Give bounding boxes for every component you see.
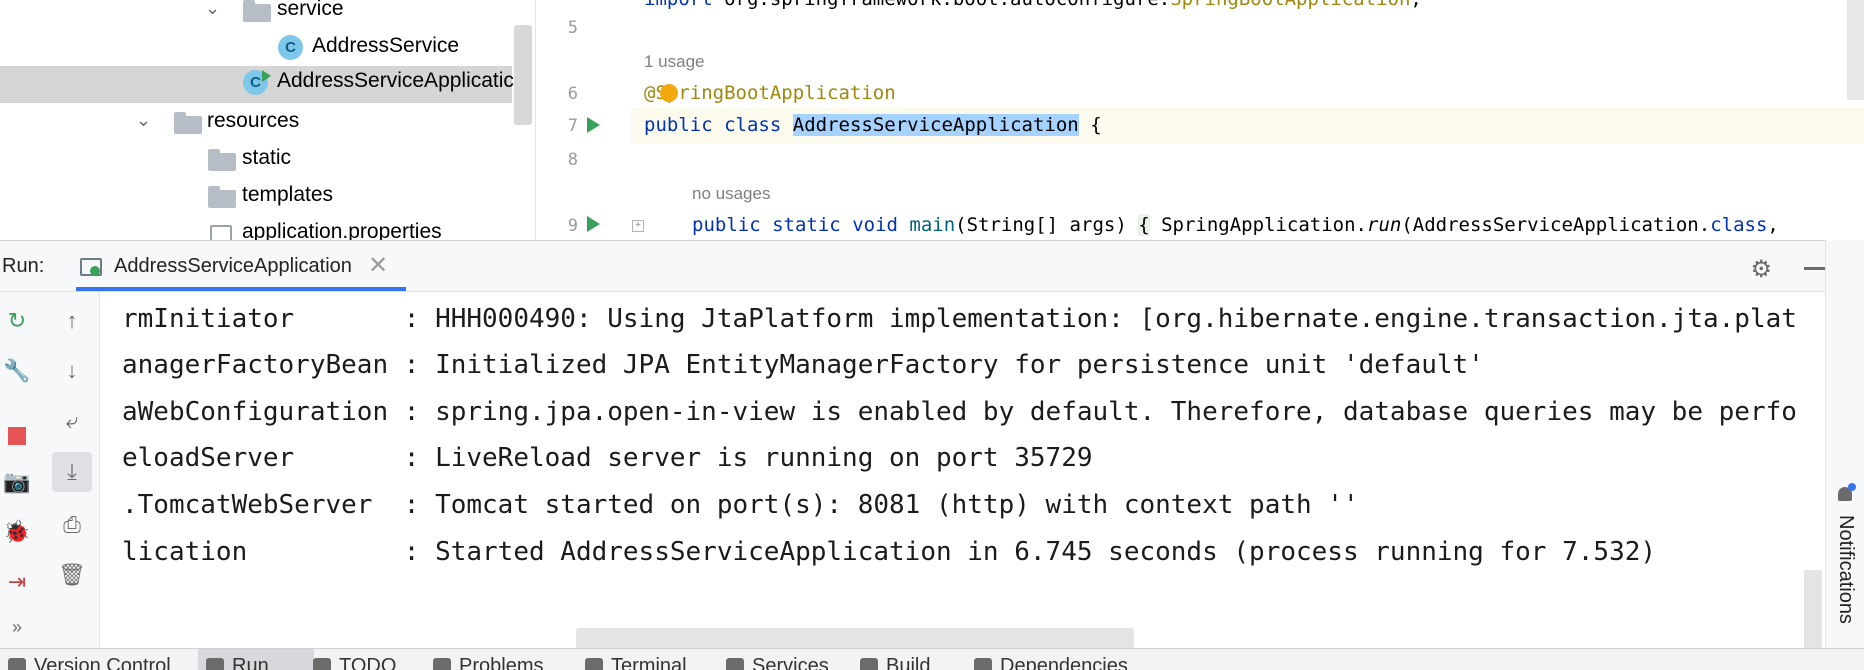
tree-item-address-service[interactable]: C AddressService [0,31,512,68]
print-icon[interactable]: ⎙ [57,510,87,540]
run-gutter-icon[interactable] [587,117,600,133]
tree-item-application-properties[interactable]: application.properties [0,217,512,240]
lightbulb-icon[interactable] [660,84,678,102]
branch-icon [8,658,26,670]
import-line: import org.springframework.boot.autoconf… [644,0,1422,10]
tool-window-build[interactable]: Build [852,649,930,670]
tab-title: AddressServiceApplication [114,255,352,277]
arrow-up-icon[interactable]: ↑ [57,306,87,336]
dependencies-icon [974,658,992,670]
line-number: 7 [567,116,578,136]
project-tree: ⌄ service C AddressService C AddressServ… [0,0,535,240]
tool-window-version-control[interactable]: Version Control [0,649,171,670]
rerun-icon[interactable]: ↻ [2,306,32,336]
no-usages-hint[interactable]: no usages [692,184,770,204]
folder-icon [208,149,236,171]
run-toolbar: ↻ ↑ 🔧 ↓ ⤶ 📷 ⤓ 🐞 ⎙ ⇥ 🗑 » [0,292,100,648]
right-tool-strip: Notifications [1804,240,1864,648]
list-icon [313,658,331,670]
usage-hint[interactable]: 1 usage [644,52,705,72]
tree-item-label: service [277,0,344,20]
tree-item-label: resources [207,109,300,132]
camera-icon[interactable]: 📷 [2,467,32,497]
tool-window-run[interactable]: Run [198,649,314,670]
tool-window-problems[interactable]: Problems [425,649,543,670]
line-number: 9 [567,216,578,236]
tree-item-templates[interactable]: templates [0,180,512,217]
tool-window-dependencies[interactable]: Dependencies [966,649,1128,670]
console-line: anagerFactoryBean : Initialized JPA Enti… [122,350,1484,380]
run-gutter-icon[interactable] [587,216,600,232]
tree-scrollbar[interactable] [514,25,532,125]
tree-item-label: static [242,146,292,169]
more-icon[interactable]: » [2,612,32,642]
class-name-selection: AddressServiceApplication [792,114,1079,136]
editor-scrollbar[interactable] [1847,0,1864,100]
services-icon [726,658,744,670]
notifications-tool-button[interactable]: Notifications [1834,515,1857,624]
annotation-line: @SpringBootApplication [644,82,896,104]
tree-item-label: application.properties [242,220,442,240]
debug-icon[interactable]: 🐞 [2,517,32,547]
console-line: .TomcatWebServer : Tomcat started on por… [122,490,1359,520]
tool-window-todo[interactable]: TODO [305,649,396,670]
chevron-down-icon[interactable]: ⌄ [205,0,225,18]
folder-icon [208,186,236,208]
trash-icon[interactable]: 🗑 [57,560,87,590]
exit-icon[interactable]: ⇥ [2,567,32,597]
close-icon[interactable]: ✕ [368,251,388,280]
tool-window-terminal[interactable]: Terminal [577,649,687,670]
tree-item-static[interactable]: static [0,143,512,180]
active-tab-indicator [76,287,406,291]
run-config-icon [80,258,102,276]
line-number: 6 [567,84,578,104]
tree-item-label: AddressServiceApplicatic [277,69,514,92]
gear-icon[interactable]: ⚙ [1750,255,1772,284]
fold-icon[interactable]: + [632,220,644,232]
run-panel-header: Run: AddressServiceApplication ✕ ⚙ [0,240,1864,292]
tool-window-services[interactable]: Services [718,649,829,670]
editor-gutter [536,0,631,240]
resources-folder-icon [174,112,202,134]
minimize-icon[interactable] [1804,267,1826,270]
scroll-to-end-icon[interactable]: ⤓ [52,452,92,492]
hammer-icon [860,658,878,670]
notification-bell-icon[interactable] [1836,483,1856,503]
run-icon [206,658,224,670]
console-line: rmInitiator : HHH000490: Using JtaPlatfo… [122,304,1797,334]
console-line: lication : Started AddressServiceApplica… [122,537,1657,567]
line-number: 5 [567,18,578,38]
terminal-icon [585,658,603,670]
tree-item-label: AddressService [312,34,460,57]
console-horizontal-scrollbar[interactable] [576,628,1134,648]
folder-icon [243,0,271,22]
tree-item-label: templates [242,183,334,206]
console-vertical-scrollbar[interactable] [1804,570,1822,648]
tree-item-address-service-application[interactable]: C AddressServiceApplicatic [0,66,514,103]
tree-item-service[interactable]: ⌄ service [0,0,512,31]
bottom-tool-window-bar: Version Control Run TODO Problems Termin… [0,648,1864,670]
console-line: aWebConfiguration : spring.jpa.open-in-v… [122,397,1797,427]
chevron-down-icon[interactable]: ⌄ [136,110,156,130]
tab-address-service-application[interactable]: AddressServiceApplication ✕ [76,241,406,291]
tree-item-resources[interactable]: ⌄ resources [0,106,512,143]
code-editor[interactable]: import org.springframework.boot.autoconf… [535,0,1864,240]
soft-wrap-icon[interactable]: ⤶ [57,406,87,436]
arrow-down-icon[interactable]: ↓ [57,356,87,386]
console-line: eloadServer : LiveReload server is runni… [122,443,1093,473]
warning-icon [433,658,451,670]
stop-icon[interactable] [2,421,32,451]
class-declaration-line: public class AddressServiceApplication { [644,114,1102,136]
run-badge-icon [262,70,271,82]
console-output[interactable]: rmInitiator : HHH000490: Using JtaPlatfo… [100,292,1825,648]
properties-file-icon [210,225,232,240]
class-icon: C [278,35,303,60]
main-method-line: public static void main(String[] args) {… [692,214,1779,236]
line-number: 8 [567,150,578,170]
run-label: Run: [2,255,45,277]
wrench-icon[interactable]: 🔧 [2,356,32,386]
